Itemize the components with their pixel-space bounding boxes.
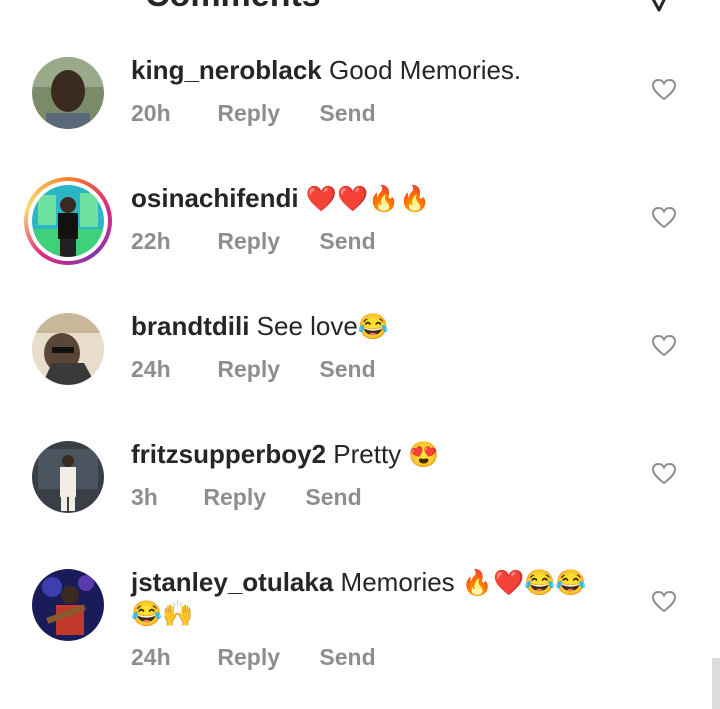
comments-header: Comments: [0, 0, 720, 14]
send-button[interactable]: Send: [319, 356, 375, 383]
comment-emoji: 😂: [357, 313, 389, 341]
comment-time: 22h: [131, 228, 171, 254]
comment-time: 24h: [131, 356, 171, 382]
comment-username[interactable]: jstanley_otulaka: [131, 567, 333, 597]
comment-text: See love: [256, 311, 358, 341]
send-button[interactable]: Send: [305, 484, 361, 511]
heart-icon[interactable]: [652, 591, 676, 613]
comment-text: Good Memories.: [328, 55, 522, 85]
comment-username[interactable]: brandtdili: [131, 311, 249, 341]
reply-button[interactable]: Reply: [203, 484, 266, 511]
send-button[interactable]: Send: [319, 100, 375, 127]
page-title: Comments: [145, 0, 321, 12]
heart-icon[interactable]: [652, 335, 676, 357]
comment-username[interactable]: king_neroblack: [131, 55, 322, 85]
avatar[interactable]: [32, 313, 104, 385]
reply-button[interactable]: Reply: [217, 644, 280, 671]
send-icon[interactable]: [645, 0, 673, 12]
comment-emoji: ❤️❤️🔥🔥: [305, 185, 431, 213]
comment-time: 3h: [131, 484, 158, 510]
avatar[interactable]: [32, 569, 104, 641]
reply-button[interactable]: Reply: [217, 100, 280, 127]
comment-emoji: 🔥❤️😂😂: [461, 569, 587, 597]
comment-time: 20h: [131, 100, 171, 126]
comment-time: 24h: [131, 644, 171, 670]
send-button[interactable]: Send: [319, 228, 375, 255]
avatar[interactable]: [32, 185, 104, 257]
comment-text: Memories: [340, 567, 455, 597]
back-arrow-icon[interactable]: [30, 0, 56, 10]
send-button[interactable]: Send: [319, 644, 375, 671]
heart-icon[interactable]: [652, 79, 676, 101]
heart-icon[interactable]: [652, 463, 676, 485]
scrollbar-thumb[interactable]: [712, 658, 720, 709]
comment-text: Pretty: [333, 439, 402, 469]
comment-emoji-continued: 😂🙌: [131, 600, 194, 628]
reply-button[interactable]: Reply: [217, 228, 280, 255]
heart-icon[interactable]: [652, 207, 676, 229]
comment-username[interactable]: osinachifendi: [131, 183, 299, 213]
avatar[interactable]: [32, 57, 104, 129]
avatar[interactable]: [32, 441, 104, 513]
comment-emoji: 😍: [408, 441, 440, 469]
comment-username[interactable]: fritzsupperboy2: [131, 439, 326, 469]
reply-button[interactable]: Reply: [217, 356, 280, 383]
